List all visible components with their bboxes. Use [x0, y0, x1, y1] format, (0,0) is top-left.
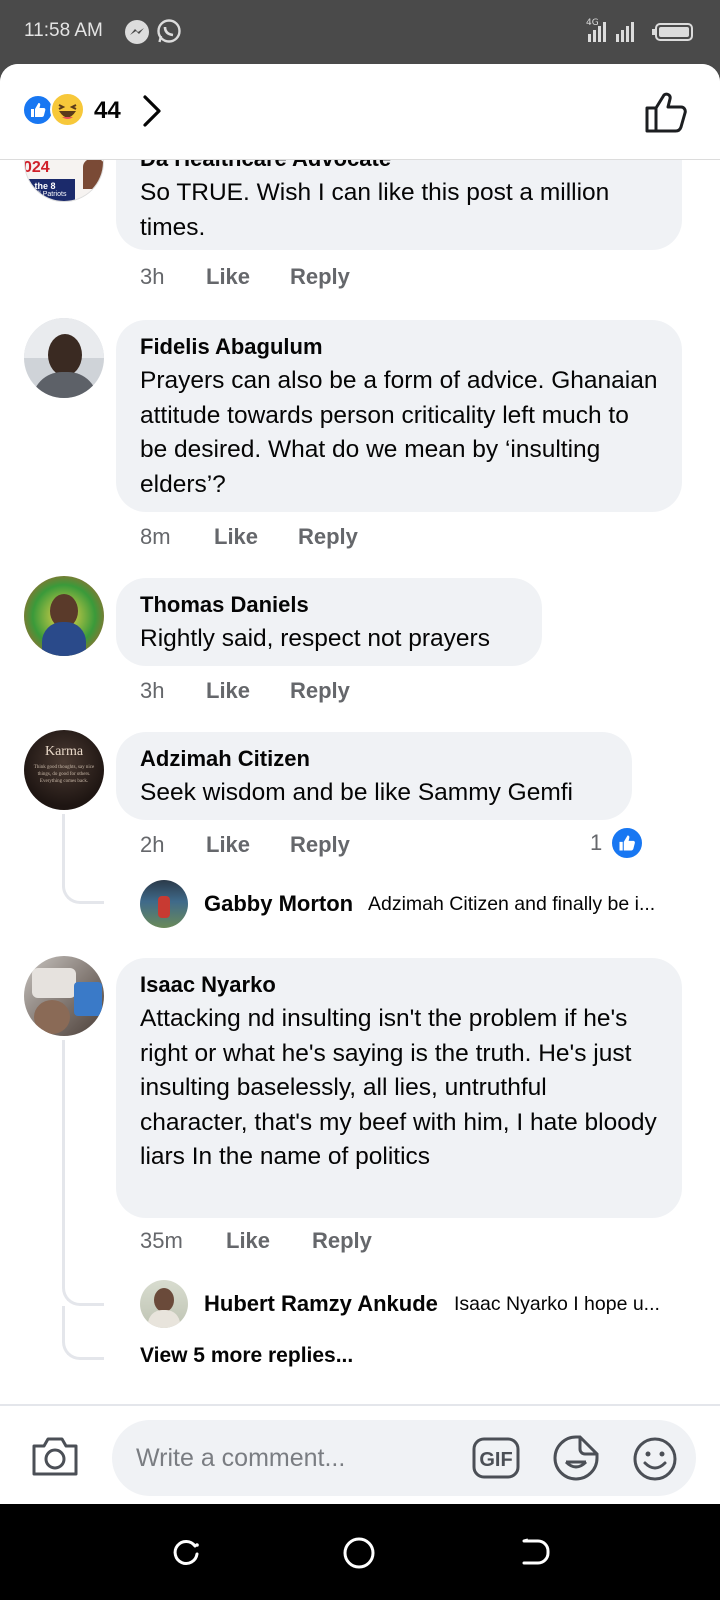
camera-icon[interactable] — [30, 1434, 80, 1483]
home-icon[interactable] — [342, 1536, 376, 1575]
comment-author[interactable]: Isaac Nyarko — [140, 972, 658, 998]
comment-input-container: GIF — [112, 1420, 696, 1496]
reaction-count: 44 — [94, 97, 121, 124]
thumbs-up-outline-icon[interactable] — [644, 90, 690, 139]
comment-bubble[interactable]: Da Healthcare Advocate So TRUE. Wish I c… — [116, 160, 682, 250]
comment-reaction-summary[interactable]: 1 — [590, 826, 644, 860]
comment-reaction-count: 1 — [590, 830, 603, 855]
comment-text: Prayers can also be a form of advice. Gh… — [140, 367, 658, 498]
comment-bubble[interactable]: Thomas Daniels Rightly said, respect not… — [116, 578, 542, 666]
comment-age: 3h — [140, 264, 165, 289]
reactions-header: 44 — [0, 64, 720, 160]
whatsapp-icon — [156, 19, 182, 50]
comment-text: Seek wisdom and be like Sammy Gemfi — [140, 779, 573, 806]
reply-author[interactable]: Hubert Ramzy Ankude — [204, 1291, 438, 1317]
like-reaction-icon — [610, 826, 644, 860]
comment-list[interactable]: 024 k the 8 All Patriots Da Healthcare A… — [0, 160, 720, 1404]
sticker-icon[interactable] — [552, 1434, 600, 1487]
comment-author[interactable]: Da Healthcare Advocate — [140, 160, 658, 172]
comment-author[interactable]: Adzimah Citizen — [140, 746, 608, 772]
svg-text:GIF: GIF — [479, 1449, 512, 1471]
comment-text: So TRUE. Wish I can like this post a mil… — [140, 179, 610, 241]
comment-bubble[interactable]: Fidelis Abagulum Prayers can also be a f… — [116, 320, 682, 512]
avatar-karma-subtext: Think good thoughts, say nice things, do… — [33, 765, 95, 784]
avatar-badge-subtext: All Patriots — [33, 191, 67, 198]
comment-age: 2h — [140, 832, 165, 857]
like-link[interactable]: Like — [214, 524, 258, 550]
avatar[interactable]: Karma Think good thoughts, say nice thin… — [24, 730, 104, 810]
gif-icon[interactable]: GIF — [472, 1436, 520, 1485]
reply-link[interactable]: Reply — [298, 524, 358, 550]
like-link[interactable]: Like — [206, 264, 250, 290]
reply-link[interactable]: Reply — [290, 832, 350, 858]
comment-author[interactable]: Fidelis Abagulum — [140, 334, 658, 360]
reply-preview[interactable]: Gabby Morton Adzimah Citizen and finally… — [140, 880, 700, 928]
avatar[interactable] — [140, 880, 188, 928]
recents-icon[interactable] — [170, 1536, 202, 1573]
reply-author[interactable]: Gabby Morton — [204, 891, 353, 917]
reply-preview[interactable]: Hubert Ramzy Ankude Isaac Nyarko I hope … — [140, 1280, 700, 1328]
signal-icon: 4G — [586, 16, 642, 49]
status-bar: 11:58 AM 4G — [0, 0, 720, 64]
chevron-right-icon[interactable] — [140, 94, 164, 133]
avatar[interactable] — [24, 318, 104, 398]
emoji-icon[interactable] — [632, 1436, 678, 1487]
avatar[interactable] — [24, 576, 104, 656]
reply-link[interactable]: Reply — [312, 1228, 372, 1254]
avatar[interactable]: 024 k the 8 All Patriots — [24, 160, 104, 202]
comment-author[interactable]: Thomas Daniels — [140, 592, 518, 618]
reply-text: Adzimah Citizen and finally be i... — [368, 893, 656, 915]
like-link[interactable]: Like — [226, 1228, 270, 1254]
comment-bubble[interactable]: Adzimah Citizen Seek wisdom and be like … — [116, 732, 632, 820]
thread-connector — [62, 1040, 104, 1306]
avatar-karma-text: Karma — [44, 744, 84, 759]
comment-text: Attacking nd insulting isn't the problem… — [140, 1005, 657, 1170]
comment-text: Rightly said, respect not prayers — [140, 625, 490, 652]
like-link[interactable]: Like — [206, 678, 250, 704]
comment-composer: GIF — [0, 1404, 720, 1504]
avatar-badge-text: k the 8 — [27, 181, 56, 191]
status-time: 11:58 AM — [24, 20, 103, 41]
reply-link[interactable]: Reply — [290, 264, 350, 290]
comment-age: 8m — [140, 524, 171, 549]
battery-icon — [652, 22, 696, 47]
reply-text: Isaac Nyarko I hope u... — [454, 1293, 660, 1315]
comment-input[interactable] — [136, 1440, 436, 1476]
avatar[interactable] — [24, 956, 104, 1036]
avatar-badge-number: 024 — [24, 160, 50, 176]
back-icon[interactable] — [518, 1536, 550, 1573]
view-more-replies-link[interactable]: View 5 more replies... — [140, 1344, 353, 1368]
system-nav-bar — [0, 1504, 720, 1600]
messenger-icon — [124, 19, 150, 50]
avatar[interactable] — [140, 1280, 188, 1328]
thread-connector — [62, 814, 104, 904]
haha-reaction-icon — [50, 92, 85, 127]
svg-text:4G: 4G — [586, 18, 599, 28]
comment-bubble[interactable]: Isaac Nyarko Attacking nd insulting isn'… — [116, 958, 682, 1218]
thread-connector — [62, 1306, 104, 1360]
comment-age: 3h — [140, 678, 165, 703]
comment-age: 35m — [140, 1228, 183, 1253]
reply-link[interactable]: Reply — [290, 678, 350, 704]
like-link[interactable]: Like — [206, 832, 250, 858]
comments-sheet: 44 024 k the 8 All Patriots Da Healthcar… — [0, 64, 720, 1504]
